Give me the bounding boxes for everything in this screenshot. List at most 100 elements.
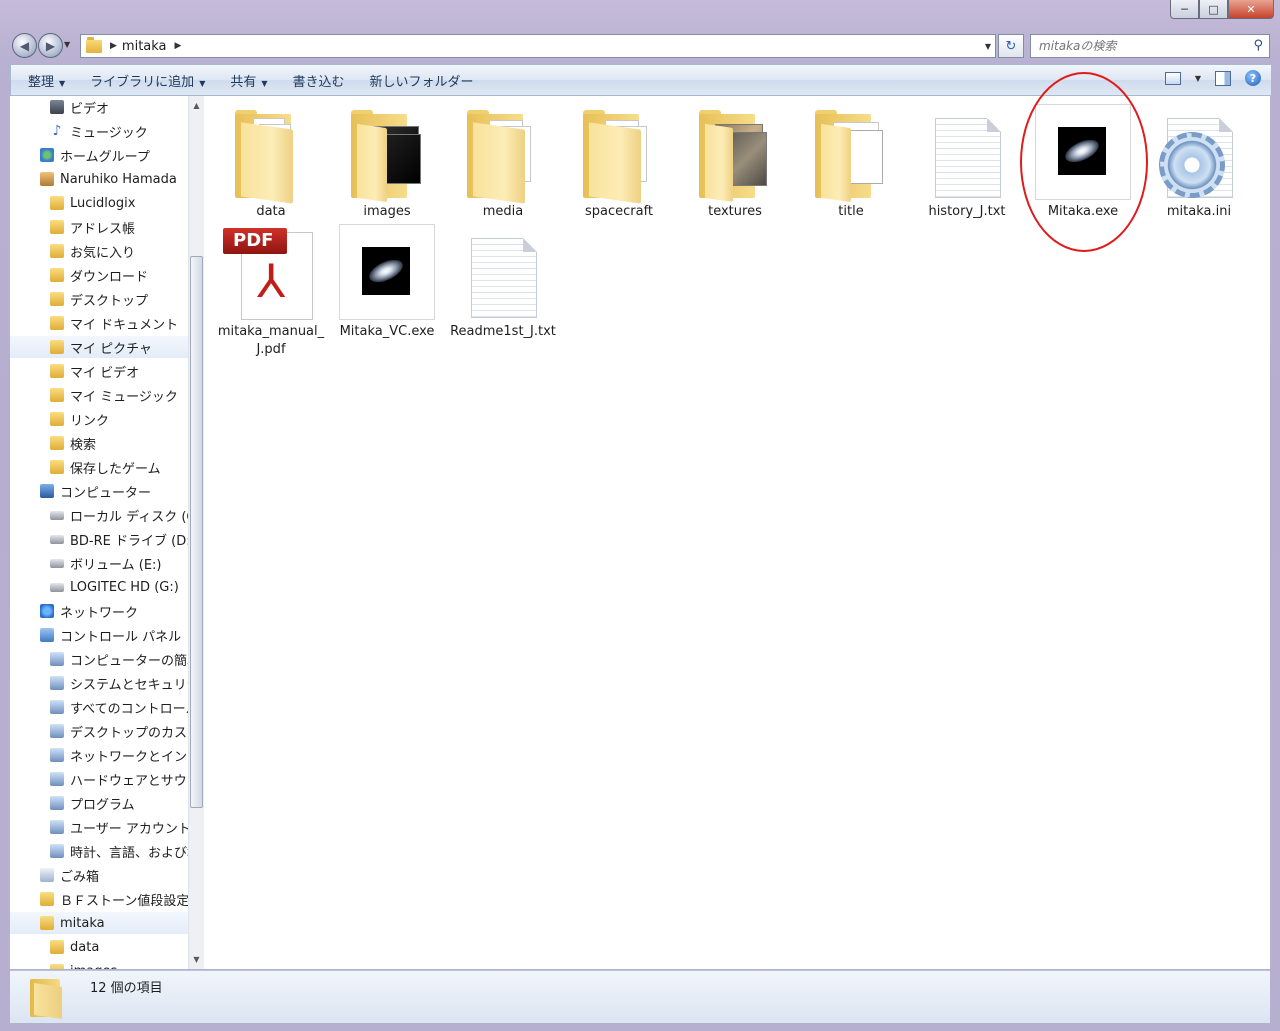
drive-icon bbox=[50, 510, 64, 520]
nav-item-bf-stone[interactable]: ＢＦストーン値段設定 bbox=[40, 888, 188, 910]
scroll-down-icon[interactable]: ▼ bbox=[189, 952, 204, 967]
breadcrumb-mitaka[interactable]: mitaka bbox=[122, 39, 167, 54]
chevron-down-icon: ▼ bbox=[261, 78, 268, 88]
breadcrumb-separator-icon[interactable]: ▶ bbox=[175, 41, 182, 51]
item-count: 12 個の項目 bbox=[90, 981, 163, 996]
close-button[interactable]: ✕ bbox=[1228, 0, 1274, 19]
nav-item-drive-d[interactable]: BD-RE ドライブ (D:) bbox=[50, 528, 188, 550]
music-icon: ♪ bbox=[52, 123, 62, 139]
file-item-manual-pdf[interactable]: PDF ⅄ mitaka_manual_J.pdf bbox=[216, 224, 326, 359]
nav-item-desktop-customization[interactable]: デスクトップのカスタ bbox=[50, 720, 188, 742]
nav-item-drive-g[interactable]: LOGITEC HD (G:) bbox=[50, 576, 188, 598]
folder-icon bbox=[50, 244, 64, 258]
nav-item-desktop[interactable]: デスクトップ bbox=[50, 288, 188, 310]
share-button[interactable]: 共有 ▼ bbox=[230, 71, 267, 90]
chevron-down-icon[interactable]: ▼ bbox=[1195, 74, 1201, 83]
folder-icon bbox=[40, 892, 54, 906]
new-folder-button[interactable]: 新しいフォルダー bbox=[370, 71, 474, 90]
navigation-pane: ビデオ ♪ ミュージック ホームグループ Naruhiko Hamada Luci… bbox=[10, 96, 189, 969]
refresh-button[interactable]: ↻ bbox=[998, 34, 1024, 58]
recent-pages-dropdown[interactable]: ▼ bbox=[64, 40, 70, 49]
nav-item-saved-games[interactable]: 保存したゲーム bbox=[50, 456, 188, 478]
drive-icon bbox=[50, 582, 64, 592]
minimize-button[interactable]: ─ bbox=[1170, 0, 1199, 19]
help-icon[interactable]: ? bbox=[1245, 70, 1261, 86]
organize-button[interactable]: 整理 ▼ bbox=[28, 71, 65, 90]
address-history-dropdown[interactable]: ▼ bbox=[985, 42, 991, 51]
back-arrow-icon: ◀ bbox=[19, 38, 30, 53]
file-item-textures[interactable]: textures bbox=[680, 104, 790, 221]
nav-item-my-pictures[interactable]: マイ ピクチャ bbox=[10, 336, 188, 358]
folder-icon bbox=[50, 316, 64, 330]
preview-pane-icon[interactable] bbox=[1215, 70, 1231, 86]
scroll-up-icon[interactable]: ▲ bbox=[189, 98, 204, 113]
nav-item-all-control-panel[interactable]: すべてのコントロール bbox=[50, 696, 188, 718]
maximize-button[interactable]: □ bbox=[1199, 0, 1228, 19]
nav-item-mitaka[interactable]: mitaka bbox=[10, 912, 188, 934]
nav-item-network[interactable]: ネットワーク bbox=[40, 600, 188, 622]
nav-item-my-videos[interactable]: マイ ビデオ bbox=[50, 360, 188, 382]
file-item-readme-txt[interactable]: Readme1st_J.txt bbox=[448, 224, 558, 341]
file-item-media[interactable]: media bbox=[448, 104, 558, 221]
search-box[interactable]: ⚲ bbox=[1030, 34, 1270, 58]
nav-item-recycle-bin[interactable]: ごみ箱 bbox=[40, 864, 188, 886]
nav-item-homegroup[interactable]: ホームグループ bbox=[40, 144, 188, 166]
nav-item-clock-language[interactable]: 時計、言語、および地 bbox=[50, 840, 188, 862]
nav-item-ease-of-access[interactable]: コンピューターの簡単 bbox=[50, 648, 188, 670]
change-view-icon[interactable] bbox=[1164, 71, 1181, 85]
file-item-data[interactable]: data bbox=[216, 104, 326, 221]
nav-item-images[interactable]: images bbox=[50, 960, 188, 969]
folder-icon bbox=[455, 104, 551, 204]
folder-icon bbox=[223, 104, 319, 204]
breadcrumb-separator-icon[interactable]: ▶ bbox=[110, 41, 117, 51]
nav-item-system-security[interactable]: システムとセキュリテ bbox=[50, 672, 188, 694]
recycle-bin-icon bbox=[40, 868, 54, 882]
nav-item-my-music[interactable]: マイ ミュージック bbox=[50, 384, 188, 406]
nav-item-drive-c[interactable]: ローカル ディスク (C bbox=[50, 504, 188, 526]
burn-button[interactable]: 書き込む bbox=[293, 71, 345, 90]
details-pane: 12 個の項目 bbox=[10, 970, 1270, 1023]
user-folder-icon bbox=[40, 172, 54, 186]
nav-item-data[interactable]: data bbox=[50, 936, 188, 958]
file-item-images[interactable]: images bbox=[332, 104, 442, 221]
file-item-title[interactable]: title bbox=[796, 104, 906, 221]
nav-item-computer[interactable]: コンピューター bbox=[40, 480, 188, 502]
file-item-spacecraft[interactable]: spacecraft bbox=[564, 104, 674, 221]
file-item-history-txt[interactable]: history_J.txt bbox=[912, 104, 1022, 221]
forward-button[interactable]: ▶ bbox=[38, 33, 63, 58]
nav-item-videos[interactable]: ビデオ bbox=[50, 96, 188, 118]
file-item-mitaka-vc-exe[interactable]: Mitaka_VC.exe bbox=[332, 224, 442, 341]
nav-item-control-panel[interactable]: コントロール パネル bbox=[40, 624, 188, 646]
nav-item-links[interactable]: リンク bbox=[50, 408, 188, 430]
add-to-library-button[interactable]: ライブラリに追加 ▼ bbox=[90, 71, 205, 90]
scrollbar-thumb[interactable] bbox=[190, 256, 203, 808]
nav-item-hardware-sound[interactable]: ハードウェアとサウン bbox=[50, 768, 188, 790]
pdf-file-icon: PDF ⅄ bbox=[223, 224, 319, 320]
pdf-badge: PDF bbox=[223, 228, 287, 254]
control-panel-item-icon bbox=[50, 652, 64, 666]
search-input[interactable] bbox=[1037, 38, 1241, 54]
nav-item-programs[interactable]: プログラム bbox=[50, 792, 188, 814]
nav-item-network-internet[interactable]: ネットワークとインタ bbox=[50, 744, 188, 766]
back-button[interactable]: ◀ bbox=[12, 33, 37, 58]
navigation-scrollbar[interactable]: ▲ ▼ bbox=[188, 96, 204, 969]
nav-item-music[interactable]: ♪ ミュージック bbox=[50, 120, 188, 142]
nav-item-my-documents[interactable]: マイ ドキュメント bbox=[50, 312, 188, 334]
nav-item-searches[interactable]: 検索 bbox=[50, 432, 188, 454]
address-bar[interactable]: ▶ mitaka ▶ ▼ bbox=[80, 34, 996, 58]
search-icon[interactable]: ⚲ bbox=[1253, 38, 1263, 53]
nav-item-user[interactable]: Naruhiko Hamada bbox=[40, 168, 188, 190]
nav-item-user-accounts[interactable]: ユーザー アカウント bbox=[50, 816, 188, 838]
nav-item-downloads[interactable]: ダウンロード bbox=[50, 264, 188, 286]
nav-item-favorites[interactable]: お気に入り bbox=[50, 240, 188, 262]
control-panel-item-icon bbox=[50, 844, 64, 858]
nav-item-address-book[interactable]: アドレス帳 bbox=[50, 216, 188, 238]
control-panel-item-icon bbox=[50, 820, 64, 834]
chevron-down-icon: ▼ bbox=[199, 78, 206, 88]
file-item-mitaka-ini[interactable]: mitaka.ini bbox=[1144, 104, 1254, 221]
video-icon bbox=[50, 100, 64, 114]
folder-icon bbox=[50, 292, 64, 306]
nav-item-lucidlogix[interactable]: Lucidlogix bbox=[50, 192, 188, 214]
control-panel-item-icon bbox=[50, 700, 64, 714]
nav-item-drive-e[interactable]: ボリューム (E:) bbox=[50, 552, 188, 574]
